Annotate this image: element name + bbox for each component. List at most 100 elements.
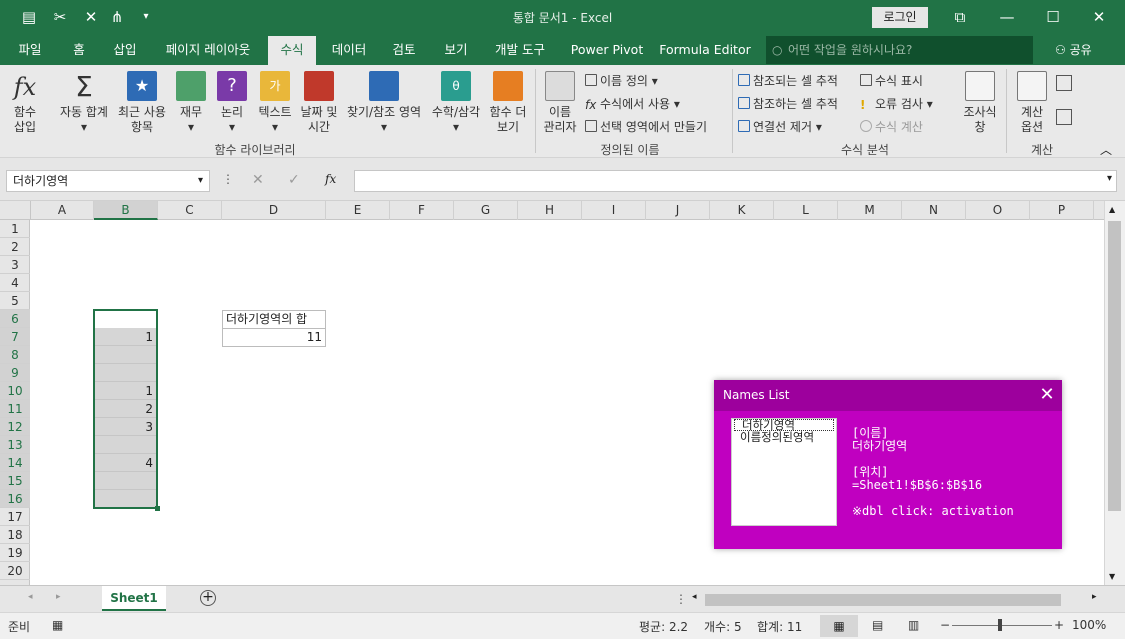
define-name-button[interactable]: 이름 정의 ▾ (585, 72, 658, 89)
column-header[interactable]: M (838, 201, 902, 220)
row-header[interactable]: 4 (0, 274, 30, 292)
logic-button[interactable]: ? 논리 ▾ (215, 71, 249, 135)
column-header[interactable]: H (518, 201, 582, 220)
row-header[interactable]: 14 (0, 454, 30, 472)
column-header[interactable]: I (582, 201, 646, 220)
tab-home[interactable]: 홈 (62, 36, 96, 65)
minimize-icon[interactable]: — (984, 4, 1030, 32)
close-icon[interactable]: ✕ (1032, 380, 1062, 411)
trace-dependents-button[interactable]: 참조하는 셀 추적 (738, 95, 838, 112)
row-header[interactable]: 6 (0, 310, 30, 328)
column-header[interactable]: G (454, 201, 518, 220)
list-item[interactable]: 이름정의된영역 (732, 431, 836, 443)
tab-data[interactable]: 데이터 (323, 36, 375, 65)
cancel-icon[interactable]: ✕ (252, 172, 264, 188)
column-header[interactable]: B (94, 201, 158, 220)
autosum-button[interactable]: Σ 자동 합계 ▾ (56, 71, 112, 135)
tools-icon[interactable]: ✕ (80, 8, 102, 26)
column-header[interactable]: A (31, 201, 94, 220)
share-button[interactable]: ⚇ 공유 (1055, 36, 1092, 65)
column-header[interactable]: D (222, 201, 326, 220)
row-header[interactable]: 12 (0, 418, 30, 436)
row-header[interactable]: 17 (0, 508, 30, 526)
row-header[interactable]: 19 (0, 544, 30, 562)
row-header[interactable]: 13 (0, 436, 30, 454)
vertical-scrollbar[interactable]: ▲ ▼ (1104, 201, 1125, 585)
tab-review[interactable]: 검토 (383, 36, 425, 65)
remove-arrows-button[interactable]: 연결선 제거 ▾ (738, 118, 822, 135)
page-layout-view-icon[interactable]: ▤ (872, 618, 883, 632)
cut-icon[interactable]: ✂ (49, 8, 71, 26)
tab-insert[interactable]: 삽입 (104, 36, 146, 65)
datetime-button[interactable]: 날짜 및 시간 (297, 71, 341, 135)
show-formulas-button[interactable]: 수식 표시 (860, 72, 923, 89)
tab-power-pivot[interactable]: Power Pivot (566, 36, 648, 65)
scroll-left-icon[interactable]: ◂ (692, 592, 697, 602)
finance-button[interactable]: 재무 ▾ (174, 71, 208, 135)
column-header[interactable]: F (390, 201, 454, 220)
names-listbox[interactable]: 더하기영역 이름정의된영역 (731, 418, 837, 526)
prev-sheet-icon[interactable]: ◂ (28, 592, 33, 602)
cell-d6[interactable]: 더하기영역의 합 (222, 310, 326, 329)
math-button[interactable]: θ 수학/삼각 ▾ (428, 71, 484, 135)
add-sheet-icon[interactable]: + (200, 590, 216, 606)
sheet-tab[interactable]: Sheet1 (102, 586, 166, 611)
zoom-out-icon[interactable]: − (940, 618, 950, 632)
horizontal-scroll-thumb[interactable] (705, 594, 1061, 606)
insert-function-button[interactable]: fx 함수 삽입 (4, 71, 46, 135)
zoom-slider-thumb[interactable] (998, 619, 1002, 631)
column-header[interactable]: P (1030, 201, 1094, 220)
page-break-view-icon[interactable]: ▥ (908, 618, 919, 632)
row-header[interactable]: 5 (0, 292, 30, 310)
tab-developer[interactable]: 개발 도구 (487, 36, 553, 65)
customize-qat-icon[interactable]: ▾ (135, 11, 157, 22)
network-icon[interactable]: ⋔ (106, 8, 128, 26)
column-header[interactable]: E (326, 201, 390, 220)
tell-me-input[interactable]: ○ 어떤 작업을 원하시나요? (766, 36, 1033, 64)
scroll-up-icon[interactable]: ▲ (1109, 205, 1115, 214)
row-header[interactable]: 20 (0, 562, 30, 580)
create-from-selection-button[interactable]: 선택 영역에서 만들기 (585, 118, 707, 135)
zoom-level[interactable]: 100% (1072, 618, 1106, 632)
row-header[interactable]: 7 (0, 328, 30, 346)
row-header[interactable]: 11 (0, 400, 30, 418)
error-check-button[interactable]: ! 오류 검사 ▾ (860, 95, 933, 112)
normal-view-button[interactable]: ▦ (820, 615, 858, 637)
calculate-now-icon[interactable] (1056, 75, 1072, 91)
ribbon-display-icon[interactable]: ⧉ (937, 4, 983, 32)
chevron-down-icon[interactable]: ▾ (198, 171, 203, 191)
calc-options-button[interactable]: 계산 옵션 (1012, 71, 1052, 135)
scroll-down-icon[interactable]: ▼ (1109, 572, 1115, 581)
tab-page-layout[interactable]: 페이지 레이아웃 (156, 36, 260, 65)
row-header[interactable]: 18 (0, 526, 30, 544)
column-header[interactable]: J (646, 201, 710, 220)
row-header[interactable]: 10 (0, 382, 30, 400)
enter-icon[interactable]: ✓ (288, 172, 300, 188)
login-button[interactable]: 로그인 (872, 7, 928, 28)
expand-formula-icon[interactable]: ▾ (1107, 173, 1112, 184)
evaluate-formula-button[interactable]: 수식 계산 (860, 118, 923, 135)
row-header[interactable]: 2 (0, 238, 30, 256)
select-all-button[interactable] (0, 201, 31, 220)
more-functions-button[interactable]: 함수 더 보기 (486, 71, 530, 135)
column-header[interactable]: O (966, 201, 1030, 220)
insert-function-icon[interactable]: fx (325, 172, 336, 186)
row-header[interactable]: 1 (0, 220, 30, 238)
close-icon[interactable]: ✕ (1076, 4, 1122, 32)
tab-formulas[interactable]: 수식 (268, 36, 316, 65)
tab-view[interactable]: 보기 (435, 36, 477, 65)
row-header[interactable]: 8 (0, 346, 30, 364)
use-in-formula-button[interactable]: fx 수식에서 사용 ▾ (585, 95, 680, 112)
scroll-thumb[interactable] (1108, 221, 1121, 511)
calculate-sheet-icon[interactable] (1056, 109, 1072, 125)
row-header[interactable]: 3 (0, 256, 30, 274)
row-header[interactable]: 15 (0, 472, 30, 490)
lookup-button[interactable]: 찾기/참조 영역 ▾ (342, 71, 426, 135)
fill-handle[interactable] (155, 506, 160, 511)
row-header[interactable]: 16 (0, 490, 30, 508)
formula-input[interactable]: ▾ (354, 170, 1117, 192)
maximize-icon[interactable]: ☐ (1030, 4, 1076, 32)
row-header[interactable]: 9 (0, 364, 30, 382)
zoom-in-icon[interactable]: + (1054, 618, 1064, 632)
tab-file[interactable]: 파일 (7, 36, 53, 65)
